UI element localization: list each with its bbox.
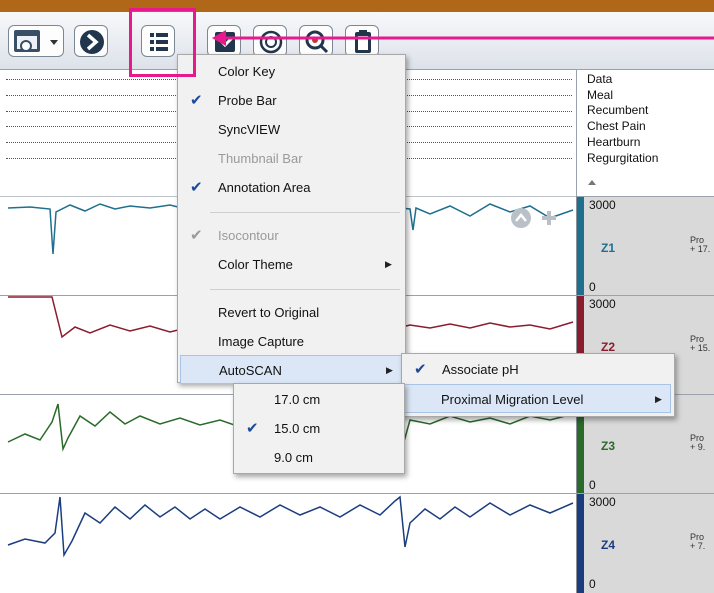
zone-3-label: Z3 (601, 439, 616, 453)
callout-arrow (212, 30, 714, 46)
label-recumbent: Recumbent (587, 103, 649, 118)
zone-2-max: 3000 (589, 297, 616, 311)
checkmark-icon: ✔ (246, 420, 259, 437)
arrow-right-icon (80, 30, 104, 54)
zone-4-min: 0 (589, 577, 596, 591)
annotation-labels: Data Meal Recumbent Chest Pain Heartburn… (587, 72, 658, 166)
menu-item-associate-ph[interactable]: ✔ Associate pH (402, 355, 674, 384)
submenu-arrow-icon: ▶ (655, 394, 662, 404)
label-heartburn: Heartburn (587, 134, 641, 149)
zone-3-min: 0 (589, 478, 596, 492)
menu-item-15cm[interactable]: ✔ 15.0 cm (234, 414, 404, 443)
label-regurgitation: Regurgitation (587, 150, 659, 165)
zone-1-scale: 3000 Z1 Pro + 17. 0 (576, 196, 714, 296)
zone-3-position: Pro + 9. (690, 434, 705, 452)
zone-1-max: 3000 (589, 198, 616, 212)
view-options-menu: Color Key ✔ Probe Bar SyncVIEW Thumbnail… (177, 54, 406, 384)
menu-item-proximal-migration-level[interactable]: Proximal Migration Level ▶ (404, 384, 671, 413)
zone-1-min: 0 (589, 280, 596, 294)
menu-item-syncview[interactable]: SyncVIEW (178, 115, 405, 144)
menu-separator (210, 289, 400, 290)
zone-1-color-bar (577, 197, 584, 296)
zone-1-offset: + 17. (690, 244, 711, 254)
title-bar (0, 0, 714, 12)
menu-item-probe-bar[interactable]: ✔ Probe Bar (178, 86, 405, 115)
checkmark-icon: ✔ (190, 179, 203, 196)
checkmark-icon: ✔ (190, 227, 203, 244)
menu-item-9cm[interactable]: 9.0 cm (234, 443, 404, 472)
menu-separator (210, 212, 400, 213)
display-mode-button[interactable] (8, 25, 64, 57)
autoscan-submenu: ✔ Associate pH Proximal Migration Level … (401, 353, 675, 417)
migration-level-submenu: 17.0 cm ✔ 15.0 cm 9.0 cm (233, 383, 405, 474)
menu-item-color-key[interactable]: Color Key (178, 57, 405, 86)
next-button[interactable] (74, 25, 108, 57)
menu-item-thumbnail-bar: Thumbnail Bar (218, 151, 303, 166)
menu-item-autoscan[interactable]: AutoSCAN ▶ (180, 355, 402, 384)
annotation-marker-icon[interactable] (508, 206, 560, 230)
label-meal: Meal (587, 87, 614, 102)
collapse-up-icon[interactable] (587, 178, 597, 186)
zone-4-trace[interactable] (0, 493, 576, 590)
checkmark-icon: ✔ (414, 361, 427, 378)
menu-item-annotation-area[interactable]: ✔ Annotation Area (178, 173, 405, 202)
annotation-labels-panel: Data Meal Recumbent Chest Pain Heartburn… (576, 70, 714, 196)
checkmark-icon: ✔ (190, 92, 203, 109)
monitor-icon (14, 30, 58, 52)
zone-2-position: Pro + 15. (690, 335, 710, 353)
menu-item-color-theme[interactable]: Color Theme ▶ (178, 250, 405, 279)
label-data: Data (587, 72, 613, 86)
submenu-arrow-icon: ▶ (386, 365, 393, 375)
menu-item-image-capture[interactable]: Image Capture (178, 327, 405, 356)
zone-2-label: Z2 (601, 340, 616, 354)
zone-4-offset: + 7. (690, 541, 706, 551)
zone-2-offset: + 15. (690, 343, 711, 353)
label-chest-pain: Chest Pain (587, 119, 646, 134)
menu-item-revert-to-original[interactable]: Revert to Original (178, 298, 405, 327)
zone-4-color-bar (577, 494, 584, 593)
zone-1-position: Pro + 17. (690, 236, 710, 254)
menu-item-isocontour: ✔ Isocontour (178, 221, 405, 250)
highlight-box (129, 8, 196, 77)
zone-4-position: Pro + 7. (690, 533, 705, 551)
submenu-arrow-icon: ▶ (385, 259, 392, 269)
zone-1-label: Z1 (601, 241, 616, 255)
menu-item-17cm[interactable]: 17.0 cm (234, 385, 404, 414)
zone-4-row: 3000 Z4 Pro + 7. 0 (0, 493, 714, 593)
zone-4-max: 3000 (589, 495, 616, 509)
zone-4-scale: 3000 Z4 Pro + 7. 0 (576, 493, 714, 593)
zone-3-offset: + 9. (690, 442, 706, 452)
zone-4-label: Z4 (601, 538, 616, 552)
